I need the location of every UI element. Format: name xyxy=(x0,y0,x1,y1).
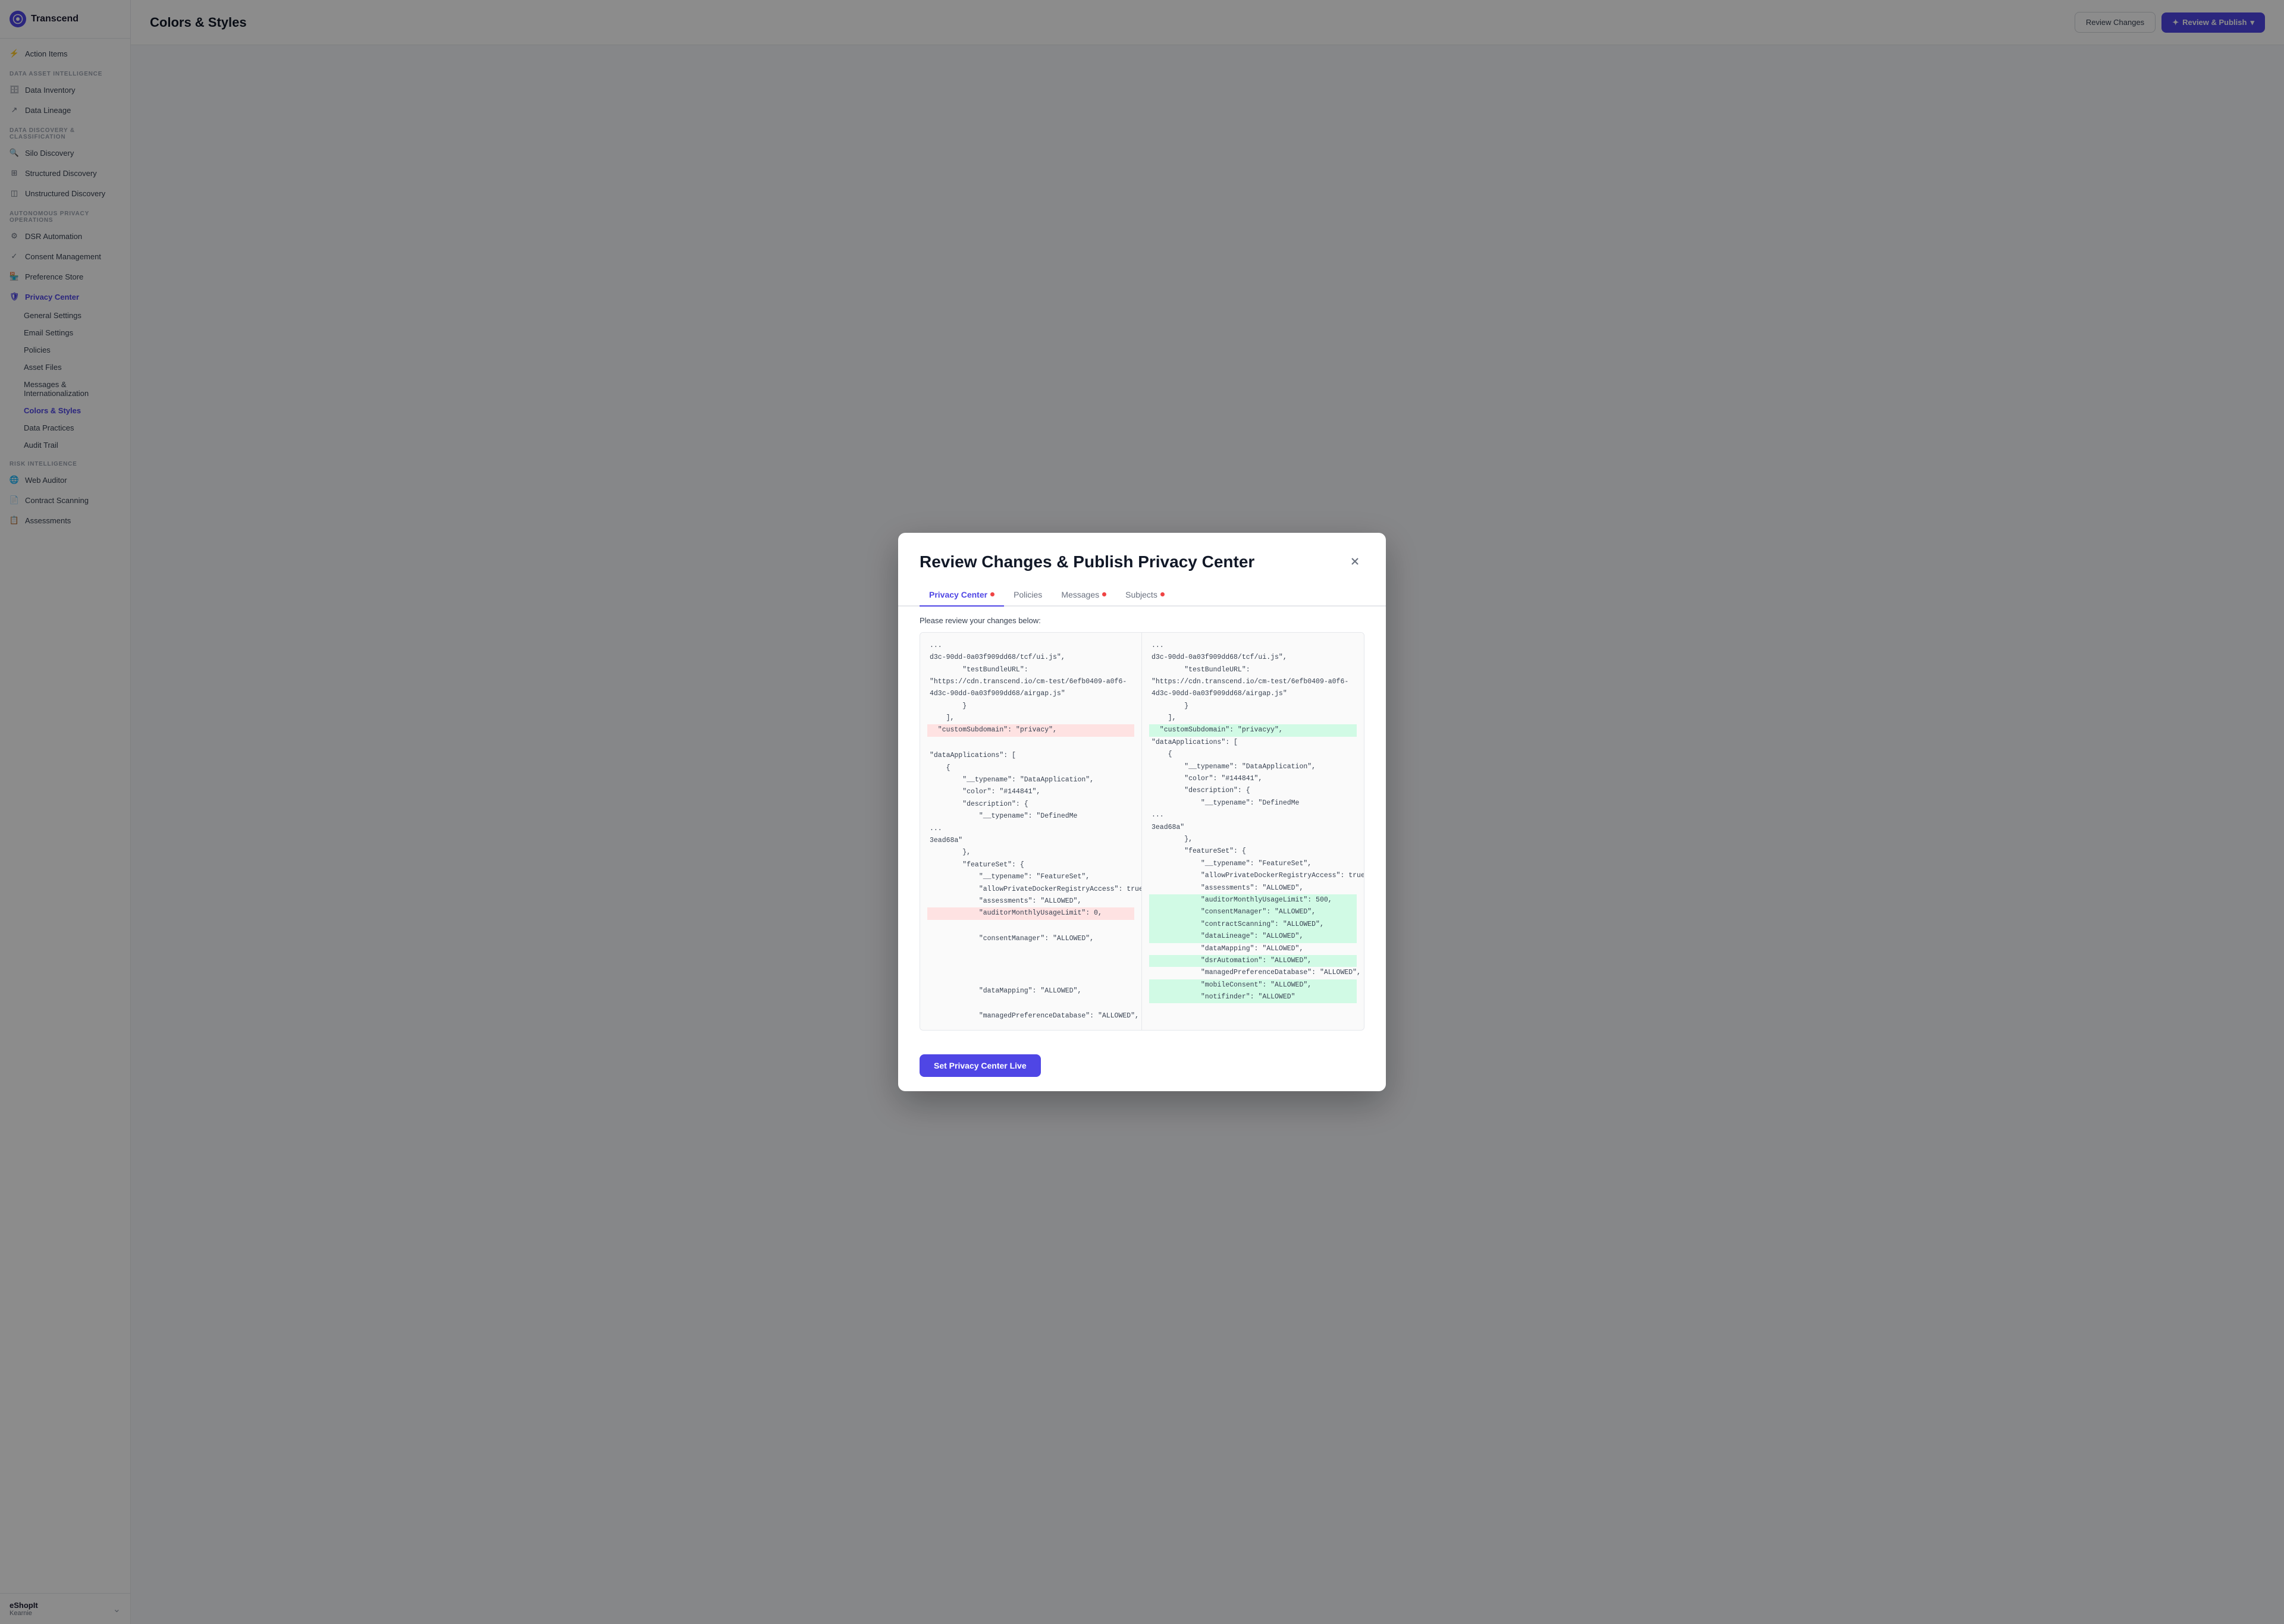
tab-policies-label: Policies xyxy=(1014,590,1042,599)
diff-line-added: "mobileConsent": "ALLOWED", xyxy=(1149,979,1357,991)
diff-line: "assessments": "ALLOWED", xyxy=(1149,882,1357,894)
diff-line-added: "contractScanning": "ALLOWED", xyxy=(1149,919,1357,931)
set-privacy-center-live-button[interactable]: Set Privacy Center Live xyxy=(920,1054,1041,1077)
diff-line: "allowPrivateDockerRegistryAccess": true… xyxy=(927,884,1134,896)
diff-line: "testBundleURL": xyxy=(1149,664,1357,676)
diff-line: "__typename": "FeatureSet", xyxy=(1149,858,1357,870)
diff-line: 3ead68a" xyxy=(1149,822,1357,834)
tab-subjects[interactable]: Subjects xyxy=(1116,584,1174,607)
diff-line: "assessments": "ALLOWED", xyxy=(927,896,1134,907)
modal-overlay[interactable]: Review Changes & Publish Privacy Center … xyxy=(0,0,2284,1624)
modal-tabs: Privacy Center Policies Messages Subject… xyxy=(898,584,1386,607)
diff-line: ... xyxy=(927,823,1134,835)
modal-footer: Set Privacy Center Live xyxy=(898,1045,1386,1091)
diff-line: "managedPreferenceDatabase": "ALLOWED", xyxy=(927,1010,1134,1022)
diff-line: "dataMapping": "ALLOWED", xyxy=(927,985,1134,997)
diff-line-added: "notifinder": "ALLOWED" xyxy=(1149,991,1357,1003)
diff-line-empty xyxy=(927,920,1134,933)
diff-line-empty xyxy=(927,972,1134,985)
diff-line: "testBundleURL": xyxy=(927,664,1134,676)
diff-line: "description": { xyxy=(1149,785,1357,797)
diff-line: "consentManager": "ALLOWED", xyxy=(927,933,1134,945)
tab-privacy-center-label: Privacy Center xyxy=(929,590,987,599)
diff-line: 4d3c-90dd-0a03f909dd68/airgap.js" xyxy=(1149,688,1357,700)
diff-line: ... xyxy=(927,640,1134,652)
diff-line: 4d3c-90dd-0a03f909dd68/airgap.js" xyxy=(927,688,1134,700)
diff-line-added: "customSubdomain": "privacyy", xyxy=(1149,724,1357,736)
diff-line-empty xyxy=(927,959,1134,972)
diff-line: { xyxy=(927,762,1134,774)
diff-line: "dataMapping": "ALLOWED", xyxy=(1149,943,1357,955)
diff-line: }, xyxy=(1149,834,1357,846)
diff-line: d3c-90dd-0a03f909dd68/tcf/ui.js", xyxy=(1149,652,1357,664)
diff-line: "description": { xyxy=(927,799,1134,811)
messages-tab-dot xyxy=(1102,592,1106,596)
diff-line: ], xyxy=(927,712,1134,724)
diff-line: { xyxy=(1149,749,1357,761)
diff-line-empty xyxy=(927,737,1134,750)
diff-line: ], xyxy=(1149,712,1357,724)
modal-close-button[interactable] xyxy=(1345,552,1364,571)
diff-line-added: "dsrAutomation": "ALLOWED", xyxy=(1149,955,1357,967)
subjects-tab-dot xyxy=(1160,592,1165,596)
diff-line: } xyxy=(927,701,1134,712)
privacy-center-tab-dot xyxy=(990,592,994,596)
tab-policies[interactable]: Policies xyxy=(1004,584,1052,607)
diff-line: d3c-90dd-0a03f909dd68/tcf/ui.js", xyxy=(927,652,1134,664)
diff-line: "color": "#144841", xyxy=(1149,773,1357,785)
diff-line: "dataApplications": [ xyxy=(927,750,1134,762)
diff-line: "featureSet": { xyxy=(1149,846,1357,857)
diff-line-empty xyxy=(927,997,1134,1010)
tab-privacy-center[interactable]: Privacy Center xyxy=(920,584,1004,607)
diff-line-removed: "customSubdomain": "privacy", xyxy=(927,724,1134,736)
tab-messages-label: Messages xyxy=(1061,590,1099,599)
diff-line-removed: "auditorMonthlyUsageLimit": 0, xyxy=(927,907,1134,919)
diff-line: "https://cdn.transcend.io/cm-test/6efb04… xyxy=(1149,676,1357,688)
diff-line: }, xyxy=(927,847,1134,859)
diff-line: "color": "#144841", xyxy=(927,786,1134,798)
diff-line: 3ead68a" xyxy=(927,835,1134,847)
modal-body: Please review your changes below: ... d3… xyxy=(898,607,1386,1045)
diff-line: "__typename": "DefinedMe xyxy=(1149,797,1357,809)
review-note: Please review your changes below: xyxy=(920,616,1364,625)
modal-header: Review Changes & Publish Privacy Center xyxy=(898,533,1386,584)
diff-line: ... xyxy=(1149,809,1357,821)
diff-line: "https://cdn.transcend.io/cm-test/6efb04… xyxy=(927,676,1134,688)
tab-subjects-label: Subjects xyxy=(1125,590,1157,599)
diff-line-added: "auditorMonthlyUsageLimit": 500, xyxy=(1149,894,1357,906)
diff-line-added: "consentManager": "ALLOWED", xyxy=(1149,906,1357,918)
diff-line: ... xyxy=(1149,640,1357,652)
diff-line-added: "dataLineage": "ALLOWED", xyxy=(1149,931,1357,943)
diff-line: "__typename": "FeatureSet", xyxy=(927,871,1134,883)
diff-line: "managedPreferenceDatabase": "ALLOWED", xyxy=(1149,967,1357,979)
diff-line: "__typename": "DataApplication", xyxy=(1149,761,1357,773)
diff-line-empty xyxy=(927,945,1134,959)
diff-panel-left: ... d3c-90dd-0a03f909dd68/tcf/ui.js", "t… xyxy=(920,633,1142,1030)
diff-line: "dataApplications": [ xyxy=(1149,737,1357,749)
diff-line: "__typename": "DataApplication", xyxy=(927,774,1134,786)
modal-title: Review Changes & Publish Privacy Center xyxy=(920,552,1254,572)
diff-container: ... d3c-90dd-0a03f909dd68/tcf/ui.js", "t… xyxy=(920,632,1364,1031)
tab-messages[interactable]: Messages xyxy=(1052,584,1116,607)
diff-line: "allowPrivateDockerRegistryAccess": true… xyxy=(1149,870,1357,882)
diff-line: } xyxy=(1149,701,1357,712)
diff-panel-right: ... d3c-90dd-0a03f909dd68/tcf/ui.js", "t… xyxy=(1142,633,1364,1030)
diff-line: "__typename": "DefinedMe xyxy=(927,811,1134,822)
modal: Review Changes & Publish Privacy Center … xyxy=(898,533,1386,1091)
diff-line: "featureSet": { xyxy=(927,859,1134,871)
